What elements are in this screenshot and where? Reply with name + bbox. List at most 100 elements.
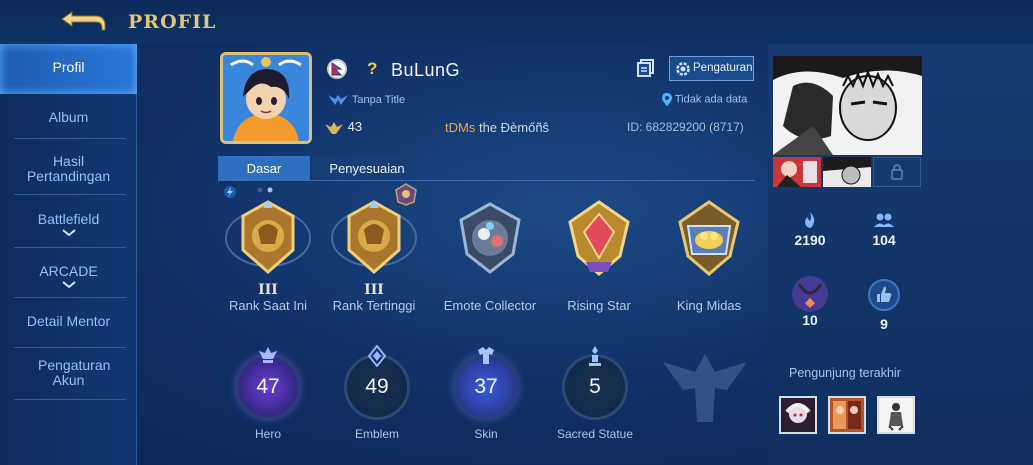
copy-icon[interactable]: [636, 58, 656, 78]
rank-tier: III: [258, 282, 278, 298]
level-row: 43: [324, 119, 362, 136]
visitor-avatar[interactable]: [779, 396, 817, 434]
tab-dasar[interactable]: Dasar: [218, 156, 310, 180]
counter-label: Skin: [474, 427, 498, 441]
sidebar-item-album[interactable]: Album: [0, 110, 137, 125]
chevron-down-icon: [61, 229, 76, 237]
badge-rank-current[interactable]: III Rank Saat Ini: [216, 196, 320, 313]
player-id[interactable]: ID: 682829200 (8717): [627, 120, 744, 134]
hero-icon: [259, 347, 277, 363]
visitor-avatar[interactable]: [828, 396, 866, 434]
album-thumb-locked[interactable]: [873, 157, 921, 187]
page-dots: [257, 187, 273, 193]
player-name: BuLunG: [391, 60, 461, 80]
sidebar-divider: [14, 138, 126, 139]
gear-icon: [676, 62, 690, 76]
location: Tidak ada data: [662, 93, 747, 106]
sidebar-divider: [14, 247, 126, 248]
locked-emblem-silhouette-icon: [663, 354, 747, 422]
skin-icon: [478, 347, 494, 364]
sidebar-item-hasil-pertandingan[interactable]: Hasil Pertandingan: [0, 154, 137, 184]
country-flag-icon: [327, 59, 347, 79]
unknown-mark: ?: [367, 59, 378, 78]
counter-sacred-statue[interactable]: 5 Sacred Statue: [555, 345, 635, 441]
statue-icon: [589, 346, 601, 366]
sidebar-divider: [14, 399, 126, 400]
player-title: Tanpa Title: [351, 93, 406, 106]
badge-label: Rank Saat Ini: [228, 298, 308, 313]
album-thumb[interactable]: [823, 157, 871, 187]
squad-label: the Ðèmőñŝ: [478, 120, 550, 135]
stat-value: 2190: [794, 232, 826, 248]
settings-label: Pengaturan: [693, 62, 753, 74]
squad-name[interactable]: tDMs the Ðèmőñŝ: [445, 120, 549, 135]
counter-label: Emblem: [354, 427, 399, 441]
avatar[interactable]: [220, 52, 312, 144]
album-thumb-image-icon: [773, 157, 821, 187]
album-thumb[interactable]: [773, 157, 821, 187]
counter-value: 49: [365, 375, 389, 398]
friends-icon: [874, 213, 894, 227]
lock-icon: [891, 164, 903, 180]
stat-likes[interactable]: 9: [854, 278, 914, 332]
badge-label: King Midas: [676, 298, 742, 313]
counter-value: 47: [256, 375, 280, 398]
stat-value: 9: [880, 316, 888, 332]
sidebar: Profil Album Hasil Pertandingan Battlefi…: [0, 44, 137, 465]
location-pin-icon: [662, 93, 672, 106]
title-row[interactable]: Tanpa Title: [327, 93, 405, 107]
charm-necklace-icon: [792, 276, 828, 312]
visitor-avatar[interactable]: [877, 396, 915, 434]
counter-label: Sacred Statue: [556, 427, 634, 441]
epic-rank-emblem-icon: [331, 196, 417, 280]
rank-tier: III: [364, 282, 384, 298]
location-text: Tidak ada data: [674, 93, 748, 106]
sidebar-divider: [14, 347, 126, 348]
stat-friends[interactable]: 104: [854, 211, 914, 248]
title-wings-icon: [328, 95, 348, 105]
manga-artwork-icon: [773, 56, 922, 155]
stat-value: 104: [872, 232, 896, 248]
tab-divider: [218, 180, 755, 181]
flame-icon: [805, 212, 815, 228]
sidebar-item-detail-mentor[interactable]: Detail Mentor: [0, 314, 137, 329]
badge-label: Emote Collector: [443, 298, 537, 313]
tab-penyesuaian[interactable]: Penyesuaian: [312, 156, 422, 180]
counter-label: Hero: [254, 427, 281, 441]
stat-popularity: 2190: [780, 211, 840, 248]
badge-king-midas[interactable]: King Midas: [657, 196, 761, 313]
player-level: 43: [347, 119, 363, 134]
visitor-avatar-image-icon: [830, 398, 864, 432]
page-title: PROFIL: [128, 11, 217, 33]
recent-visitors-title: Pengunjung terakhir: [789, 366, 901, 380]
counter-emblem[interactable]: 49 Emblem: [337, 345, 417, 441]
level-wings-icon: [325, 121, 343, 134]
badge-rank-highest[interactable]: III Rank Tertinggi: [322, 196, 426, 313]
badge-emote-collector[interactable]: Emote Collector: [438, 196, 542, 313]
counter-skin[interactable]: 37 Skin: [446, 345, 526, 441]
emote-collector-badge-icon: [447, 196, 533, 280]
visitor-avatar-image-icon: [879, 398, 913, 432]
sidebar-item-pengaturan-akun[interactable]: Pengaturan Akun: [0, 358, 137, 388]
back-arrow-icon[interactable]: [58, 6, 108, 36]
top-bar: PROFIL: [0, 0, 1033, 44]
sidebar-item-profil[interactable]: Profil: [0, 44, 137, 94]
album-thumb-image-icon: [823, 157, 871, 187]
badge-label: Rank Tertinggi: [332, 298, 416, 313]
rising-star-badge-icon: [556, 196, 642, 280]
sidebar-divider: [14, 297, 126, 298]
counter-hero[interactable]: 47 Hero: [228, 345, 308, 441]
sidebar-item-arcade[interactable]: ARCADE: [0, 264, 137, 289]
stat-charm[interactable]: 10: [780, 274, 840, 328]
badge-label: Rising Star: [567, 298, 631, 313]
profile-artwork[interactable]: [773, 56, 922, 155]
epic-rank-emblem-icon: [225, 196, 311, 280]
squad-tag: tDMs: [445, 120, 476, 135]
badge-rising-star[interactable]: Rising Star: [547, 196, 651, 313]
thumbs-up-icon: [868, 279, 900, 311]
sidebar-item-battlefield[interactable]: Battlefield: [0, 212, 137, 237]
settings-button[interactable]: Pengaturan: [669, 56, 754, 81]
king-midas-badge-icon: [666, 196, 752, 280]
stat-value: 10: [802, 312, 818, 328]
chevron-down-icon: [61, 281, 76, 289]
